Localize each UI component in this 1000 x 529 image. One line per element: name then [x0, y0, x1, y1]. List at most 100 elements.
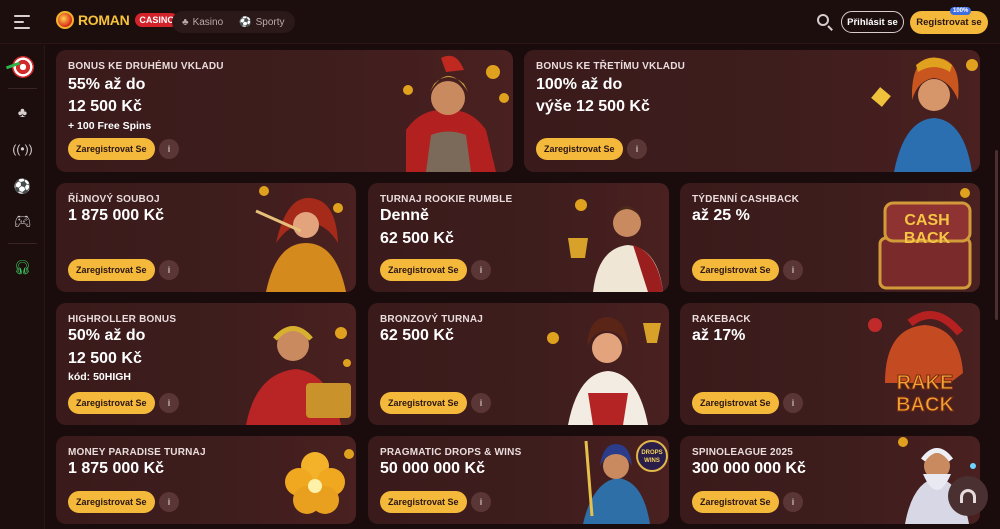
logo-mark-icon	[56, 11, 74, 29]
menu-icon[interactable]	[14, 15, 30, 29]
promo-card[interactable]: MONEY PARADISE TURNAJ 1 875 000 Kč Zareg…	[56, 436, 356, 524]
promo-value-line: 62 500 Kč	[380, 327, 454, 344]
tab-sporty-label: Sporty	[255, 16, 285, 28]
sidebar-item-support[interactable]: 🎧︎	[0, 255, 45, 279]
emperor-illustration	[246, 326, 351, 425]
promo-value-line: 12 500 Kč	[68, 98, 142, 115]
sidebar-item-sports[interactable]: ⚽	[0, 174, 45, 198]
register-button[interactable]: Zaregistrovat Se	[68, 392, 155, 414]
register-button[interactable]: Zaregistrovat Se	[692, 491, 779, 513]
promo-value-line: 62 500 Kč	[380, 230, 454, 247]
sidebar-item-live[interactable]: ((•))	[0, 137, 45, 161]
promo-title: RAKEBACK	[692, 314, 751, 325]
promo-card[interactable]: TÝDENNÍ CASHBACK až 25 % Zaregistrovat S…	[680, 183, 980, 292]
promo-card[interactable]: BRONZOVÝ TURNAJ 62 500 Kč Zaregistrovat …	[368, 303, 669, 425]
promo-title: MONEY PARADISE TURNAJ	[68, 447, 206, 458]
info-icon[interactable]: i	[159, 260, 179, 280]
register-button[interactable]: Registrovat se	[910, 11, 988, 34]
live-icon: ((•))	[12, 142, 33, 156]
search-icon[interactable]	[816, 13, 834, 31]
promo-value-line: až 17%	[692, 327, 746, 344]
sidebar-divider	[8, 243, 37, 244]
promo-value-line: 100% až do	[536, 76, 623, 93]
sidebar-item-casino[interactable]: ♣	[0, 100, 45, 124]
promo-card[interactable]: BONUS KE DRUHÉMU VKLADU 55% až do 12 500…	[56, 50, 513, 172]
info-icon[interactable]: i	[159, 492, 179, 512]
promo-card[interactable]: HIGHROLLER BONUS 50% až do 12 500 Kč kód…	[56, 303, 356, 425]
register-button[interactable]: Zaregistrovat Se	[68, 259, 155, 281]
register-button[interactable]: Zaregistrovat Se	[68, 138, 155, 160]
cherries-icon: ♣	[182, 16, 189, 28]
info-icon[interactable]: i	[471, 260, 491, 280]
promo-title: SPINOLEAGUE 2025	[692, 447, 794, 458]
promo-value-line: až 25 %	[692, 207, 750, 224]
info-icon[interactable]: i	[783, 492, 803, 512]
promo-value-line: 55% až do	[68, 76, 146, 93]
cherries-icon: ♣	[17, 104, 28, 120]
info-icon[interactable]: i	[783, 260, 803, 280]
promo-card[interactable]: RAKEBACK až 17% Zaregistrovat Se i RAKE …	[680, 303, 980, 425]
gamepad-icon: 🎮︎	[13, 212, 32, 229]
promo-value-line: výše 12 500 Kč	[536, 98, 650, 115]
cashback-art-text-top: CASH	[904, 212, 949, 229]
tab-kasino-label: Kasino	[192, 16, 224, 28]
promo-subtext: + 100 Free Spins	[68, 120, 152, 132]
promo-title: TÝDENNÍ CASHBACK	[692, 194, 800, 205]
roman-champion-illustration	[568, 199, 663, 292]
promo-value-line: 50% až do	[68, 327, 146, 344]
promo-value-line: 1 875 000 Kč	[68, 207, 165, 224]
product-tabs: ♣ Kasino ⚽ Sporty	[172, 11, 295, 33]
tab-kasino[interactable]: ♣ Kasino	[176, 14, 229, 31]
register-button[interactable]: Zaregistrovat Se	[380, 392, 467, 414]
promo-subtext: kód: 50HIGH	[68, 371, 132, 383]
register-badge: 100%	[950, 7, 972, 15]
rakeback-art-text-bottom: BACK	[896, 394, 954, 416]
soccer-ball-icon: ⚽	[13, 177, 32, 194]
info-icon[interactable]: i	[159, 393, 179, 413]
promo-card[interactable]: ŘÍJNOVÝ SOUBOJ 1 875 000 Kč Zaregistrova…	[56, 183, 356, 292]
zeus-drops-illustration: DROPS WINS	[583, 440, 668, 524]
info-icon[interactable]: i	[471, 492, 491, 512]
rakeback-helmet-illustration: RAKE BACK	[868, 311, 964, 417]
golden-flower-illustration	[285, 449, 354, 514]
promo-card[interactable]: TURNAJ ROOKIE RUMBLE Denně 62 500 Kč Zar…	[368, 183, 669, 292]
info-icon[interactable]: i	[783, 393, 803, 413]
register-button[interactable]: Zaregistrovat Se	[536, 138, 623, 160]
sidebar-divider	[8, 88, 37, 89]
rakeback-art-text-top: RAKE	[897, 372, 954, 394]
drops-art-text-bottom: WINS	[644, 458, 660, 464]
register-button[interactable]: Zaregistrovat Se	[380, 259, 467, 281]
flute-player-illustration	[255, 186, 346, 292]
info-icon[interactable]: i	[627, 139, 647, 159]
info-icon[interactable]: i	[159, 139, 179, 159]
promo-title: TURNAJ ROOKIE RUMBLE	[380, 194, 513, 205]
sidebar-item-promotions[interactable]	[0, 55, 45, 79]
goddess-illustration	[871, 57, 978, 172]
info-icon[interactable]: i	[471, 393, 491, 413]
promotions-grid: BONUS KE DRUHÉMU VKLADU 55% až do 12 500…	[45, 45, 1000, 529]
dart-icon	[11, 56, 34, 78]
soccer-ball-icon: ⚽	[239, 16, 252, 28]
promo-value-line: 12 500 Kč	[68, 350, 142, 367]
promo-value-line: 50 000 000 Kč	[380, 460, 485, 477]
register-button[interactable]: Zaregistrovat Se	[380, 491, 467, 513]
register-button[interactable]: Zaregistrovat Se	[692, 259, 779, 281]
login-button[interactable]: Přihlásit se	[841, 11, 904, 33]
promo-value-line: 300 000 000 Kč	[692, 460, 806, 477]
top-header: ROMAN CASINO ♣ Kasino ⚽ Sporty Přihlásit…	[0, 0, 1000, 44]
register-button[interactable]: Zaregistrovat Se	[68, 491, 155, 513]
promo-title: BONUS KE DRUHÉMU VKLADU	[68, 61, 224, 72]
promo-value-line: 1 875 000 Kč	[68, 460, 165, 477]
sidebar-item-games[interactable]: 🎮︎	[0, 209, 45, 233]
promo-card[interactable]: BONUS KE TŘETÍMU VKLADU 100% až do výše …	[524, 50, 980, 172]
promo-card[interactable]: SPINOLEAGUE 2025 300 000 000 Kč Zaregist…	[680, 436, 980, 524]
register-button[interactable]: Zaregistrovat Se	[692, 392, 779, 414]
promo-card[interactable]: PRAGMATIC DROPS & WINS 50 000 000 Kč Zar…	[368, 436, 669, 524]
logo[interactable]: ROMAN CASINO	[56, 11, 179, 29]
tab-sporty[interactable]: ⚽ Sporty	[233, 14, 290, 31]
drops-art-text-top: DROPS	[641, 450, 662, 456]
support-chat-button[interactable]	[948, 476, 988, 516]
promo-title: ŘÍJNOVÝ SOUBOJ	[68, 194, 160, 205]
promo-title: PRAGMATIC DROPS & WINS	[380, 447, 522, 458]
scrollbar[interactable]	[995, 150, 998, 320]
